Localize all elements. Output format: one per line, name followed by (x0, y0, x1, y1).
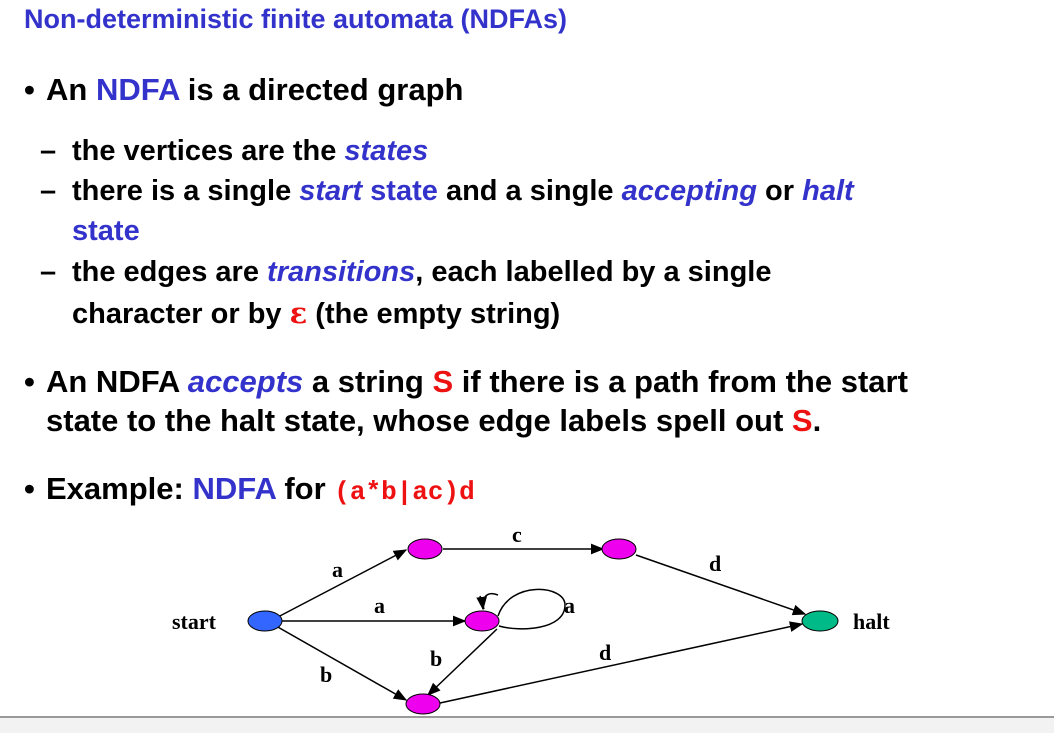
footer-bar (0, 718, 1054, 733)
edge-label-start-top: a (332, 557, 343, 582)
state-node-top (407, 538, 443, 560)
edge-start-to-bottom (275, 625, 408, 701)
edge-label-topright-halt: d (709, 551, 721, 576)
start-label: start (172, 609, 217, 634)
edge-mid-loop (497, 588, 566, 630)
state-node-mid (464, 610, 500, 632)
slide: Non-deterministic finite automata (NDFAs… (0, 0, 1054, 733)
halt-node (801, 610, 839, 632)
start-node (247, 610, 283, 632)
edge-bottom-to-halt (439, 621, 804, 704)
edge-mid-loop-arrow (476, 593, 499, 611)
edge-label-mid-loop: a (564, 593, 575, 618)
state-node-bottom (405, 693, 441, 715)
edge-label-start-bottom: b (320, 662, 332, 687)
edge-label-mid-bottom: b (430, 646, 442, 671)
state-node-topright (601, 538, 637, 560)
edge-label-start-mid: a (374, 593, 385, 618)
ndfa-diagram: start halt a a b c d a b d (172, 522, 890, 715)
edge-label-bottom-halt: d (599, 640, 611, 665)
edge-label-top-topright: c (512, 522, 522, 547)
halt-label: halt (853, 609, 890, 634)
